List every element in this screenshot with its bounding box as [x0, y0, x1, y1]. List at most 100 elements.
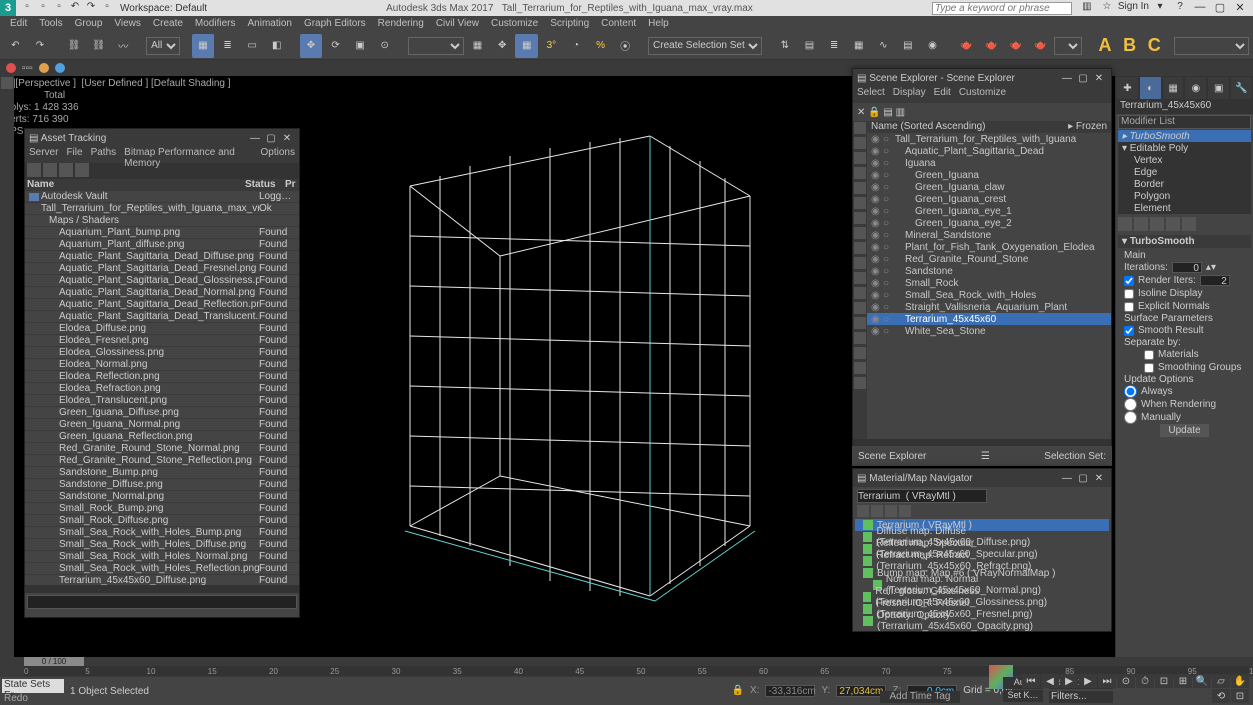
render-prod[interactable]: 🫖 — [1005, 34, 1028, 58]
modifier-item[interactable]: Element — [1118, 202, 1251, 214]
undo-button[interactable]: ↶ — [4, 34, 27, 58]
freeze-icon[interactable]: ○ — [883, 314, 893, 325]
next-frame[interactable]: ▶ — [1079, 674, 1097, 688]
materials-check[interactable] — [1144, 350, 1154, 360]
scene-filter-icon[interactable] — [854, 287, 866, 299]
unlink-button[interactable]: ⛓ — [87, 34, 110, 58]
menu-scripting[interactable]: Scripting — [544, 16, 595, 32]
pin-icon[interactable] — [1118, 217, 1132, 231]
asset-tool-icon[interactable] — [59, 163, 73, 177]
scene-item[interactable]: ◉○ Sandstone — [867, 265, 1111, 277]
visibility-icon[interactable]: ◉ — [871, 266, 881, 277]
scene-item[interactable]: ◉○ Green_Iguana_eye_1 — [867, 205, 1111, 217]
tab-motion[interactable]: ◉ — [1184, 76, 1207, 100]
maxvp[interactable]: ⊡ — [1231, 689, 1249, 703]
help-icon[interactable]: ? — [1171, 1, 1189, 15]
keymode-button[interactable]: ▦ — [515, 34, 538, 58]
scene-filter-icon[interactable] — [854, 137, 866, 149]
tab-utilities[interactable]: 🔧 — [1230, 76, 1253, 100]
scale-button[interactable]: ▣ — [349, 34, 372, 58]
visibility-icon[interactable]: ◉ — [871, 146, 881, 157]
tab-display[interactable]: ▣ — [1207, 76, 1230, 100]
move-button[interactable]: ✥ — [300, 34, 323, 58]
freeze-icon[interactable]: ○ — [883, 134, 893, 145]
abc-b[interactable]: B — [1118, 34, 1141, 58]
asset-menu-item[interactable]: Server — [29, 147, 58, 163]
panel-max[interactable]: ▢ — [1075, 73, 1091, 84]
scene-filter-icon[interactable] — [854, 242, 866, 254]
render-view[interactable] — [1174, 37, 1249, 55]
asset-row[interactable]: Elodea_Fresnel.pngFound — [25, 335, 299, 347]
scene-filter-icon[interactable] — [854, 302, 866, 314]
asset-row[interactable]: Aquatic_Plant_Sagittaria_Dead_Fresnel.pn… — [25, 263, 299, 275]
menu-content[interactable]: Content — [595, 16, 642, 32]
asset-row[interactable]: Elodea_Glossiness.pngFound — [25, 347, 299, 359]
scene-filter-icon[interactable] — [854, 377, 866, 389]
visibility-icon[interactable]: ◉ — [871, 326, 881, 337]
asset-row[interactable]: Small_Sea_Rock_with_Holes_Diffuse.pngFou… — [25, 539, 299, 551]
scene-sortcol[interactable]: Name (Sorted Ascending) — [871, 121, 986, 133]
modifier-stack[interactable]: ▸ TurboSmooth▾ Editable PolyVertexEdgeBo… — [1118, 130, 1251, 214]
freeze-icon[interactable]: ○ — [883, 194, 893, 205]
time-config[interactable]: ⏱ — [1136, 674, 1154, 688]
render-iter[interactable]: 🫖 — [1029, 34, 1052, 58]
asset-row[interactable]: Red_Granite_Round_Stone_Normal.pngFound — [25, 443, 299, 455]
se-close-icon[interactable]: ✕ — [857, 107, 865, 118]
x-input[interactable]: -33,316cm — [765, 685, 815, 697]
asset-row[interactable]: Aquatic_Plant_Sagittaria_Dead_Reflection… — [25, 299, 299, 311]
panel-close[interactable]: ✕ — [279, 133, 295, 144]
maxscript-prompt[interactable]: State Sets Er — [2, 679, 64, 693]
tab-hierarchy[interactable]: ▦ — [1162, 76, 1185, 100]
visibility-icon[interactable]: ◉ — [871, 290, 881, 301]
object-name[interactable]: Terrarium_45x45x60 — [1116, 100, 1253, 114]
material-item[interactable]: Opacity: Opacity (Terrarium_45x45x60_Opa… — [855, 615, 1109, 627]
scene-menu-item[interactable]: Edit — [934, 87, 951, 103]
asset-row[interactable]: Autodesk VaultLogg… — [25, 191, 299, 203]
freeze-icon[interactable]: ○ — [883, 182, 893, 193]
spinner-snap[interactable]: ⦿ — [614, 34, 637, 58]
visibility-icon[interactable]: ◉ — [871, 314, 881, 325]
panel-min[interactable]: — — [1059, 73, 1075, 84]
freeze-icon[interactable]: ○ — [883, 170, 893, 181]
scene-tree[interactable]: Name (Sorted Ascending)▸ Frozen ◉○ Tall_… — [867, 121, 1111, 439]
se-lock-icon[interactable]: 🔒 — [868, 107, 880, 118]
always-radio[interactable] — [1124, 385, 1137, 398]
goto-end[interactable]: ⏭ — [1098, 674, 1116, 688]
scene-menu-item[interactable]: Customize — [959, 87, 1006, 103]
asset-row[interactable]: Tall_Terrarium_for_Reptiles_with_Iguana_… — [25, 203, 299, 215]
fov[interactable]: ▱ — [1212, 674, 1230, 688]
asset-row[interactable]: Red_Granite_Round_Stone_Reflection.pngFo… — [25, 455, 299, 467]
toggle-ribbon[interactable]: ▦ — [847, 34, 870, 58]
scene-item[interactable]: ◉○ Aquatic_Plant_Sagittaria_Dead — [867, 145, 1111, 157]
modifier-item[interactable]: Vertex — [1118, 154, 1251, 166]
scene-item[interactable]: ◉○ Green_Iguana_eye_2 — [867, 217, 1111, 229]
scene-item[interactable]: ◉○ Green_Iguana_crest — [867, 193, 1111, 205]
chevron-down-icon[interactable]: ▾ — [1151, 1, 1169, 15]
wireframe-object[interactable] — [350, 106, 780, 646]
link-button[interactable]: ⛓ — [63, 34, 86, 58]
pan[interactable]: ✋ — [1231, 674, 1249, 688]
asset-row[interactable]: Sandstone_Bump.pngFound — [25, 467, 299, 479]
visibility-icon[interactable]: ◉ — [871, 218, 881, 229]
red-dot-icon[interactable] — [6, 63, 16, 73]
update-button[interactable]: Update — [1160, 424, 1208, 437]
freeze-icon[interactable]: ○ — [883, 326, 893, 337]
scene-filter-icon[interactable] — [854, 227, 866, 239]
schematic-view[interactable]: ▤ — [897, 34, 920, 58]
rail-icon[interactable] — [1, 77, 13, 89]
asset-row[interactable]: Green_Iguana_Normal.pngFound — [25, 419, 299, 431]
asset-hscroll[interactable] — [25, 585, 299, 593]
tab-create[interactable]: ✚ — [1116, 76, 1139, 100]
scene-filter-icon[interactable] — [854, 152, 866, 164]
scene-item[interactable]: ◉○ Small_Rock — [867, 277, 1111, 289]
zoom[interactable]: 🔍 — [1193, 674, 1211, 688]
asset-row[interactable]: Small_Sea_Rock_with_Holes_Normal.pngFoun… — [25, 551, 299, 563]
scene-item[interactable]: ◉○ Tall_Terrarium_for_Reptiles_with_Igua… — [867, 133, 1111, 145]
asset-row[interactable]: Elodea_Normal.pngFound — [25, 359, 299, 371]
link-icon[interactable]: ▫ — [100, 1, 114, 15]
asset-row[interactable]: Small_Rock_Bump.pngFound — [25, 503, 299, 515]
asset-row[interactable]: Aquatic_Plant_Sagittaria_Dead_Normal.png… — [25, 287, 299, 299]
select-object-button[interactable]: ▦ — [192, 34, 215, 58]
scene-menu-item[interactable]: Display — [893, 87, 926, 103]
menu-modifiers[interactable]: Modifiers — [189, 16, 242, 32]
